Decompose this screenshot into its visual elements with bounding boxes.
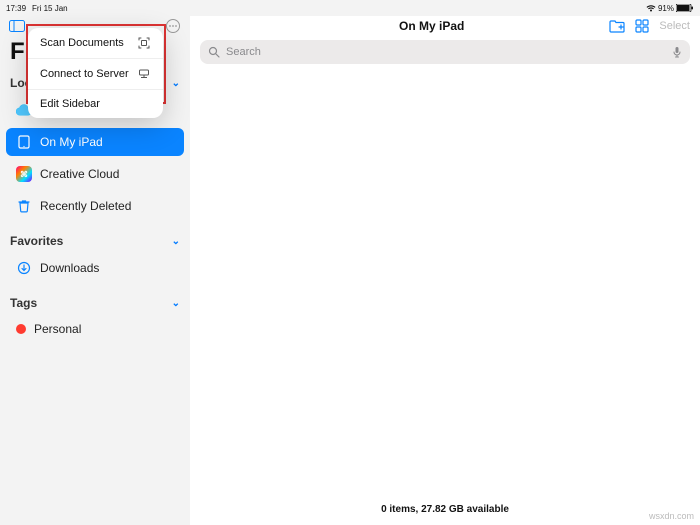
- status-date: Fri 15 Jan: [32, 4, 68, 13]
- server-icon: [137, 67, 151, 81]
- status-battery-pct: 91%: [658, 4, 674, 13]
- chevron-down-icon: ⌄: [172, 236, 180, 247]
- wifi-icon: [646, 4, 656, 12]
- page-title: On My iPad: [399, 19, 464, 33]
- search-input[interactable]: Search: [200, 40, 690, 64]
- creativecloud-icon: ⌘: [16, 166, 32, 182]
- sidebar-item-label: Recently Deleted: [40, 199, 131, 213]
- status-bar: 17:39 Fri 15 Jan 91%: [0, 0, 700, 16]
- sidebar-item-label: Creative Cloud: [40, 167, 119, 181]
- sidebar-item-tag-personal[interactable]: Personal: [6, 316, 184, 342]
- select-button[interactable]: Select: [659, 20, 690, 32]
- section-favorites[interactable]: Favorites ⌄: [0, 230, 190, 252]
- file-grid-empty: [190, 72, 700, 498]
- menu-label: Connect to Server: [40, 68, 129, 80]
- menu-connect-server[interactable]: Connect to Server: [28, 59, 163, 90]
- sidebar-item-label: Downloads: [40, 261, 99, 275]
- chevron-down-icon: ⌄: [172, 298, 180, 309]
- section-favorites-label: Favorites: [10, 234, 63, 248]
- sidebar-item-label: On My iPad: [40, 135, 103, 149]
- ipad-icon: [16, 134, 32, 150]
- menu-label: Scan Documents: [40, 37, 124, 49]
- tag-dot-icon: [16, 324, 26, 334]
- sidebar-item-creativecloud[interactable]: ⌘ Creative Cloud: [6, 160, 184, 188]
- more-menu-popup: Scan Documents Connect to Server Edit Si…: [28, 28, 163, 118]
- watermark: wsxdn.com: [649, 511, 694, 521]
- section-tags-label: Tags: [10, 296, 37, 310]
- trash-icon: [16, 198, 32, 214]
- mic-icon[interactable]: [672, 46, 682, 58]
- search-icon: [208, 46, 220, 58]
- sidebar-item-downloads[interactable]: Downloads: [6, 254, 184, 282]
- menu-edit-sidebar[interactable]: Edit Sidebar: [28, 90, 163, 118]
- new-folder-icon[interactable]: [609, 19, 625, 33]
- sidebar-item-onmyipad[interactable]: On My iPad: [6, 128, 184, 156]
- menu-scan-documents[interactable]: Scan Documents: [28, 28, 163, 59]
- search-placeholder: Search: [226, 46, 261, 58]
- more-menu-icon[interactable]: [164, 17, 182, 35]
- menu-label: Edit Sidebar: [40, 98, 100, 110]
- section-tags[interactable]: Tags ⌄: [0, 292, 190, 314]
- sidebar-item-label: Personal: [34, 322, 81, 336]
- storage-footer: 0 items, 27.82 GB available: [190, 498, 700, 525]
- scan-icon: [137, 36, 151, 50]
- sidebar-toggle-icon[interactable]: [8, 17, 26, 35]
- downloads-icon: [16, 260, 32, 276]
- status-time: 17:39: [6, 4, 26, 13]
- battery-icon: [676, 4, 694, 12]
- sidebar-item-recentlydeleted[interactable]: Recently Deleted: [6, 192, 184, 220]
- view-grid-icon[interactable]: [635, 19, 649, 33]
- chevron-down-icon: ⌄: [172, 78, 180, 89]
- content-area: On My iPad Select Search: [190, 16, 700, 525]
